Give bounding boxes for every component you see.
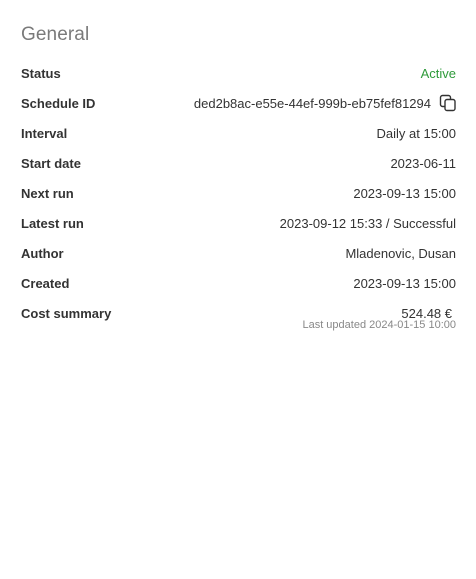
schedule-id-label: Schedule ID [21, 95, 96, 111]
last-updated-note: Last updated 2024-01-15 10:00 [21, 319, 456, 331]
author-label: Author [21, 245, 64, 261]
created-label: Created [21, 275, 70, 291]
start-date-label: Start date [21, 155, 81, 171]
next-run-value: 2023-09-13 15:00 [353, 185, 456, 201]
row-next-run: Next run 2023-09-13 15:00 [21, 178, 456, 208]
last-updated-prefix: Last updated [302, 319, 367, 331]
next-run-label: Next run [21, 185, 74, 201]
interval-value: Daily at 15:00 [376, 125, 457, 141]
row-author: Author Mladenovic, Dusan [21, 238, 456, 268]
schedule-id-value-wrap: ded2b8ac-e55e-44ef-999b-eb75fef81294 [194, 93, 456, 113]
row-created: Created 2023-09-13 15:00 [21, 268, 456, 298]
interval-label: Interval [21, 125, 68, 141]
copy-schedule-id-button[interactable] [438, 93, 458, 113]
row-start-date: Start date 2023-06-11 [21, 148, 456, 178]
row-schedule-id: Schedule ID ded2b8ac-e55e-44ef-999b-eb75… [21, 88, 456, 118]
row-latest-run: Latest run 2023-09-12 15:33 / Successful [21, 208, 456, 238]
latest-run-value: 2023-09-12 15:33 / Successful [279, 215, 456, 231]
general-panel: General Status Active Schedule ID ded2b8… [0, 0, 476, 579]
status-label: Status [21, 65, 61, 81]
cost-summary-label: Cost summary [21, 305, 112, 321]
copy-icon [439, 94, 456, 112]
latest-run-label: Latest run [21, 215, 84, 231]
created-value: 2023-09-13 15:00 [353, 275, 456, 291]
schedule-id-value: ded2b8ac-e55e-44ef-999b-eb75fef81294 [193, 95, 431, 111]
row-interval: Interval Daily at 15:00 [21, 118, 456, 148]
last-updated-timestamp: 2024-01-15 10:00 [369, 319, 456, 331]
status-value: Active [420, 65, 456, 81]
row-status: Status Active [21, 58, 456, 88]
section-title: General [21, 24, 90, 45]
details-list: Status Active Schedule ID ded2b8ac-e55e-… [21, 58, 456, 332]
author-value: Mladenovic, Dusan [345, 245, 456, 261]
start-date-value: 2023-06-11 [390, 155, 456, 171]
